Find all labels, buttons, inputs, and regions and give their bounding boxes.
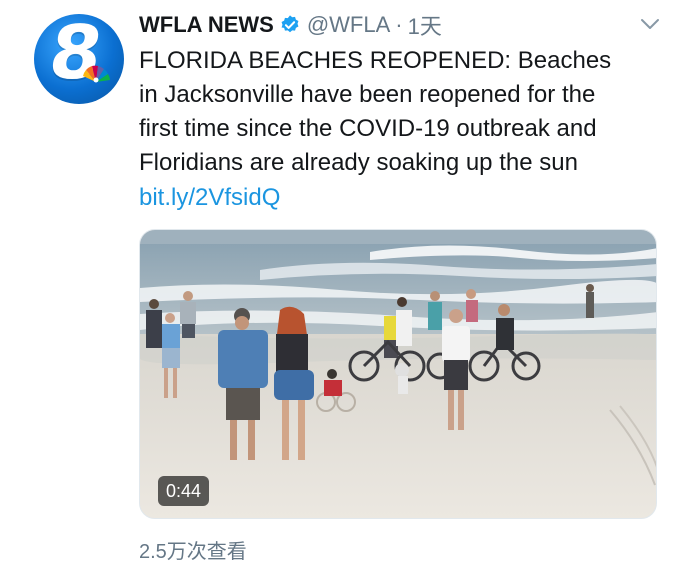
tweet[interactable]: 8 WFLA NEWS @WFLA · 1天 FLORIDA BEACHES R… <box>0 0 691 570</box>
timestamp[interactable]: 1天 <box>408 9 442 41</box>
video-duration: 0:44 <box>158 476 210 506</box>
view-count: 2.5万次查看 <box>139 541 247 563</box>
display-name[interactable]: WFLA NEWS <box>139 12 274 38</box>
handle[interactable]: @WFLA <box>307 12 390 38</box>
verified-badge-icon <box>281 15 299 33</box>
avatar[interactable]: 8 <box>34 14 124 104</box>
tweet-text-line: in Jacksonville have been reopened for t… <box>139 81 596 108</box>
header-separator: · <box>395 12 403 37</box>
tweet-text-line: first time since the COVID-19 outbreak a… <box>139 115 597 142</box>
beach-video-thumbnail <box>140 230 656 518</box>
tweet-text-line: FLORIDA BEACHES REOPENED: Beaches <box>139 47 612 74</box>
video-player[interactable]: 0:44 <box>139 229 657 519</box>
tweet-text: FLORIDA BEACHES REOPENED: Beaches in Jac… <box>139 44 674 180</box>
tweet-link[interactable]: bit.ly/2VfsidQ <box>139 181 280 215</box>
tweet-header: WFLA NEWS @WFLA · 1天 <box>139 10 442 40</box>
chevron-down-icon[interactable] <box>638 14 662 34</box>
tweet-text-line: Floridians are already soaking up the su… <box>139 149 578 176</box>
nbc-peacock-icon <box>83 65 110 83</box>
